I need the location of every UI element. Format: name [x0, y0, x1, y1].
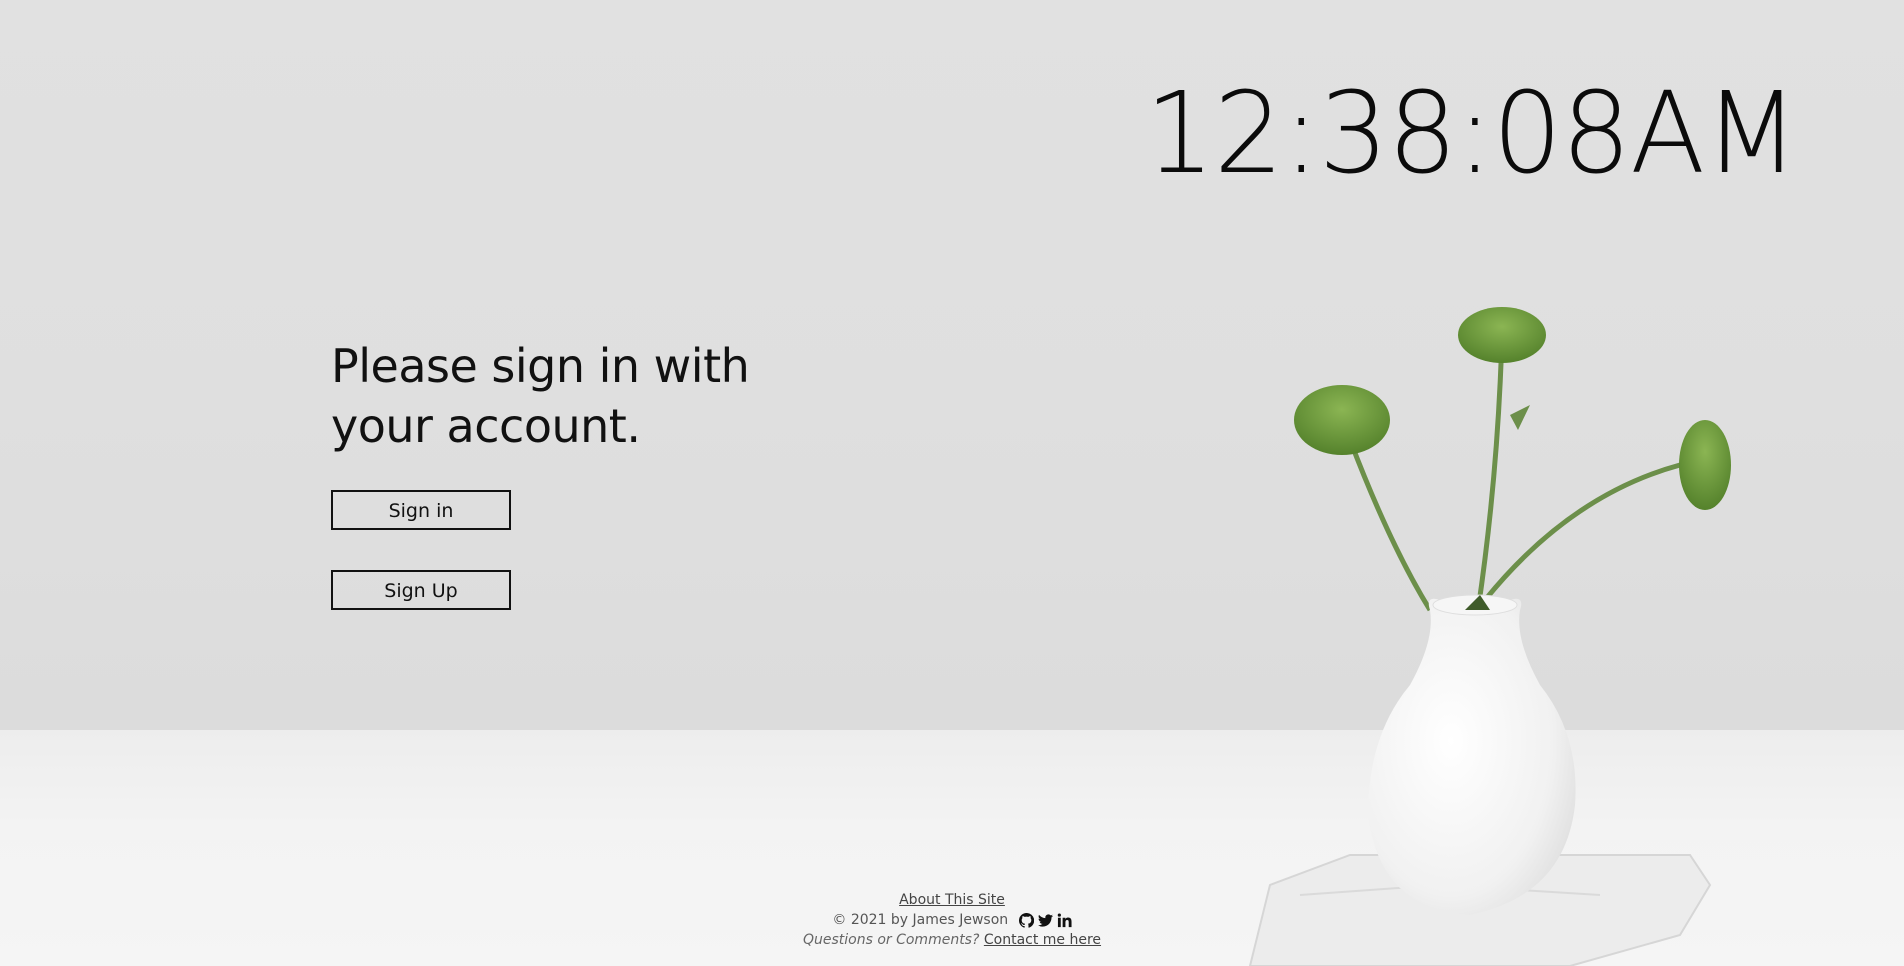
signin-panel: Please sign in with your account. Sign i…: [331, 336, 791, 610]
sign-up-button[interactable]: Sign Up: [331, 570, 511, 610]
about-site-link[interactable]: About This Site: [899, 892, 1005, 908]
vase-illustration: [1248, 307, 1731, 966]
sign-in-button[interactable]: Sign in: [331, 490, 511, 530]
questions-text: Questions or Comments?: [802, 932, 980, 948]
stem-left: [1347, 439, 1433, 612]
github-icon[interactable]: [1018, 912, 1034, 928]
twitter-icon[interactable]: [1037, 913, 1053, 928]
flower-middle: [1458, 307, 1546, 363]
stem-right: [1483, 462, 1681, 602]
flower-left: [1294, 385, 1390, 455]
vase: [1368, 598, 1576, 915]
flower-right: [1679, 420, 1731, 510]
social-links: [1018, 912, 1072, 928]
headline-line-2: your account.: [331, 399, 641, 453]
signin-headline: Please sign in with your account.: [331, 336, 791, 456]
clock-display: 12:38:08AM: [1145, 69, 1799, 199]
contact-link[interactable]: Contact me here: [984, 932, 1101, 948]
copyright-text: © 2021 by James Jewson: [832, 912, 1009, 928]
linkedin-icon[interactable]: [1057, 912, 1072, 928]
footer: About This Site © 2021 by James Jewson Q…: [0, 890, 1904, 950]
headline-line-1: Please sign in with: [331, 339, 750, 393]
stem-middle: [1475, 334, 1505, 611]
